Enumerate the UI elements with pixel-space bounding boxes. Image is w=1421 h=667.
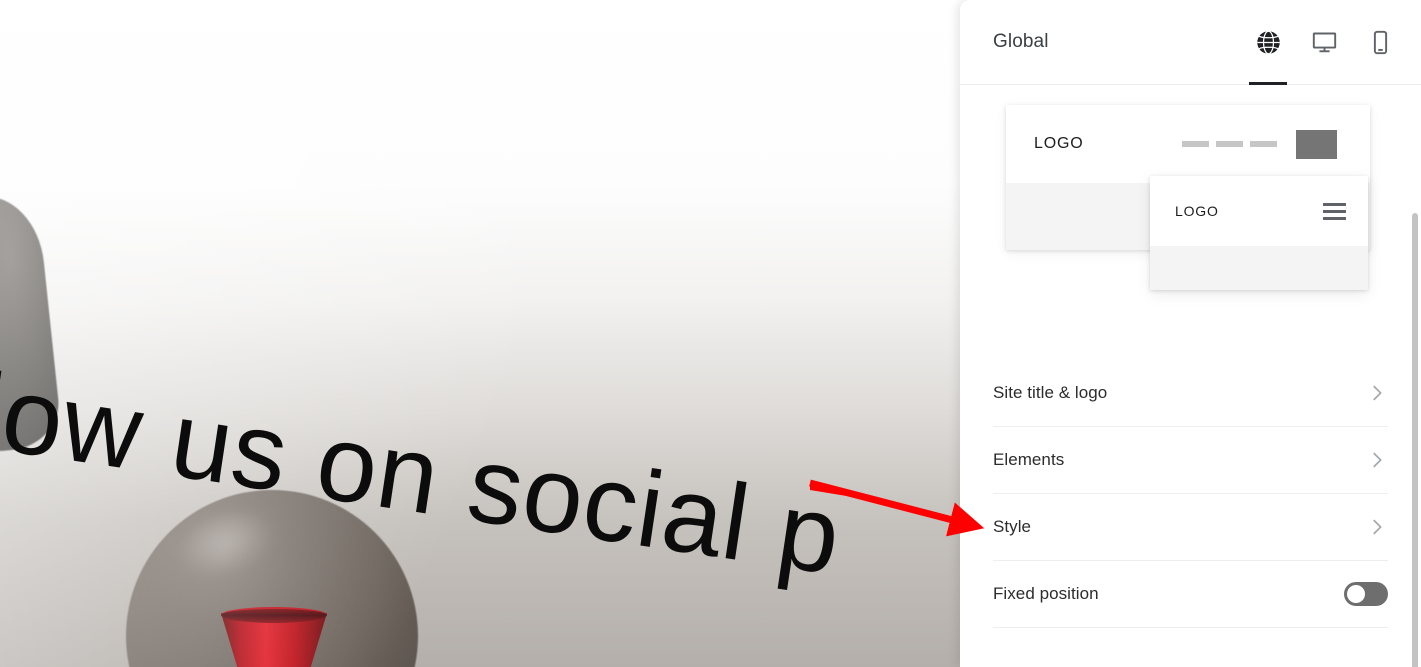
mobile-preview-logo: LOGO xyxy=(1175,203,1219,219)
page-title: Global xyxy=(993,31,1049,52)
header-preview-area: LOGO LOGO xyxy=(960,85,1421,360)
decorative-dark-object xyxy=(0,190,64,457)
tab-desktop[interactable] xyxy=(1309,0,1339,85)
nav-placeholder-bar xyxy=(1216,141,1243,147)
mobile-header-preview[interactable]: LOGO xyxy=(1150,176,1368,290)
desktop-preview-nav xyxy=(1182,129,1337,159)
setting-label: Fixed position xyxy=(993,584,1099,603)
site-canvas-preview[interactable]: llow us on social p xyxy=(0,0,960,667)
setting-row-style[interactable]: Style xyxy=(993,494,1388,561)
panel-header: Global xyxy=(960,0,1421,85)
desktop-icon xyxy=(1311,29,1338,56)
fixed-position-toggle[interactable] xyxy=(1344,582,1388,606)
decorative-red-cup-rim xyxy=(221,607,327,623)
chevron-right-icon xyxy=(1366,382,1388,404)
setting-label: Style xyxy=(993,517,1032,536)
globe-icon xyxy=(1255,29,1282,56)
chevron-right-icon xyxy=(1366,516,1388,538)
hamburger-icon xyxy=(1323,202,1346,220)
mobile-preview-body xyxy=(1150,246,1368,290)
panel-scrollbar-track[interactable] xyxy=(1412,86,1420,667)
mobile-icon xyxy=(1367,29,1394,56)
mobile-preview-bar: LOGO xyxy=(1150,176,1368,246)
setting-row-elements[interactable]: Elements xyxy=(993,427,1388,494)
setting-label: Elements xyxy=(993,450,1065,469)
desktop-preview-logo: LOGO xyxy=(1034,135,1084,152)
desktop-preview-bar: LOGO xyxy=(1006,105,1370,183)
nav-placeholder-bar xyxy=(1182,141,1209,147)
chevron-right-icon xyxy=(1366,449,1388,471)
panel-scrollbar-thumb[interactable] xyxy=(1412,213,1418,667)
tab-global[interactable] xyxy=(1249,0,1287,85)
tab-mobile[interactable] xyxy=(1365,0,1395,85)
setting-label: Site title & logo xyxy=(993,383,1108,402)
editor-panel: Global LOGO LOGO Site title & logo Eleme… xyxy=(960,0,1421,667)
setting-row-site-title-and-logo[interactable]: Site title & logo xyxy=(993,360,1388,427)
nav-placeholder-button xyxy=(1296,129,1337,159)
device-tab-group xyxy=(1249,0,1395,85)
settings-list: Site title & logo Elements Style Fixed p… xyxy=(960,360,1421,628)
app-root: llow us on social p Global LOGO LOGO Sit… xyxy=(0,0,1421,667)
toggle-knob xyxy=(1347,585,1365,603)
nav-placeholder-bar xyxy=(1250,141,1277,147)
setting-row-fixed-position: Fixed position xyxy=(993,561,1388,628)
